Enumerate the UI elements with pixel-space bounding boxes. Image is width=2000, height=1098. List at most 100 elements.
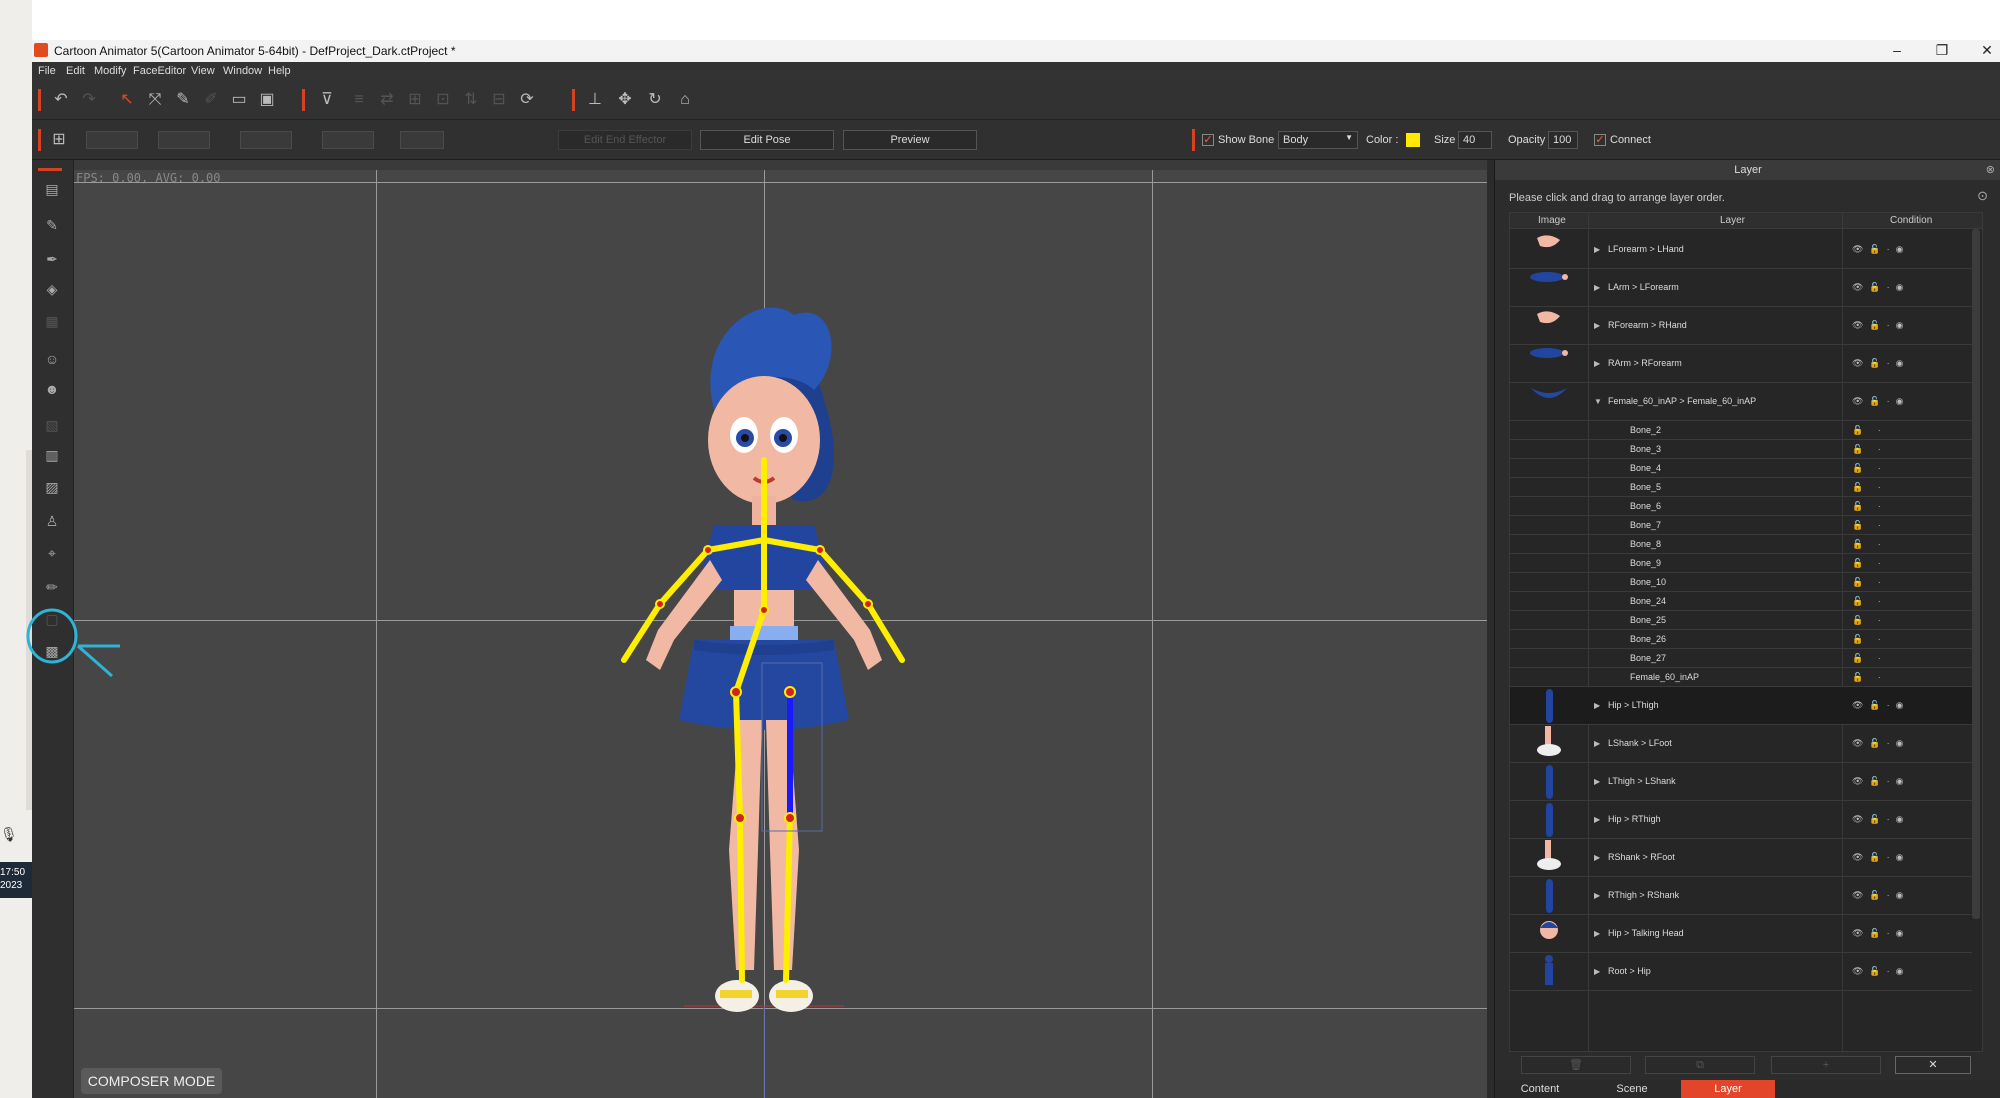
body-select[interactable]: Body ▼ [1278, 131, 1358, 149]
expand-arrow-icon[interactable]: ▶ [1594, 701, 1600, 710]
refresh-icon[interactable]: ⟳ [516, 89, 538, 111]
layer-row[interactable]: ▶ LForearm > LHand 👁🔓·◉ [1510, 231, 1972, 269]
undo-icon[interactable]: ↶ [50, 89, 72, 111]
distribute-icon[interactable]: ⊞ [404, 89, 426, 111]
deform-tool-icon[interactable]: ◈ [41, 278, 63, 300]
layer-condition-icons[interactable]: 🔓 · [1852, 672, 1887, 683]
stage-viewport[interactable]: FPS: 0.00, AVG: 0.00 COMPOSER MODE [74, 160, 1487, 1098]
layer-condition-icons[interactable]: 👁🔓·◉ [1852, 852, 1909, 863]
menu-view[interactable]: View [191, 65, 215, 77]
svg-tool-icon[interactable]: ▥ [41, 444, 63, 466]
brush-icon[interactable]: ✎ [172, 89, 194, 111]
menu-modify[interactable]: Modify [94, 65, 126, 77]
face-puppet-icon[interactable]: ☻ [41, 378, 63, 400]
mask-tool-icon[interactable]: ▦ [41, 310, 63, 332]
layer-row[interactable]: ▶ LThigh > LShank 👁🔓·◉ [1510, 763, 1972, 801]
close-window-button[interactable]: ✕ [1967, 42, 2000, 60]
layer-condition-icons[interactable]: 👁🔓·◉ [1852, 928, 1909, 939]
layer-condition-icons[interactable]: 👁🔓·◉ [1852, 282, 1909, 293]
remove-button[interactable]: ✕ [1895, 1056, 1971, 1074]
menu-help[interactable]: Help [268, 65, 291, 77]
layer-condition-icons[interactable]: 🔓 · [1852, 653, 1887, 664]
layer-row[interactable]: ▶ RArm > RForearm 👁🔓·◉ [1510, 345, 1972, 383]
pivot-icon[interactable]: ⊥ [584, 89, 606, 111]
edit-pose-button[interactable]: Edit Pose [700, 130, 834, 150]
expand-arrow-icon[interactable]: ▶ [1594, 891, 1600, 900]
layer-condition-icons[interactable]: 👁🔓·◉ [1852, 358, 1909, 369]
expand-arrow-icon[interactable]: ▶ [1594, 739, 1600, 748]
layer-scrollbar[interactable] [1972, 229, 1980, 919]
layer-condition-icons[interactable]: 👁🔓·◉ [1852, 320, 1909, 331]
layer-row[interactable]: ▼ Female_60_inAP > Female_60_inAP 👁🔓·◉ [1510, 383, 1972, 421]
bone-row[interactable]: Bone_8 🔓 · [1510, 535, 1972, 554]
layer-row[interactable]: ▶ Hip > LThigh 👁🔓·◉ [1510, 687, 1972, 725]
maximize-button[interactable]: ❐ [1922, 42, 1962, 60]
draw-tool-icon[interactable]: ✒ [41, 248, 63, 270]
layer-condition-icons[interactable]: 🔓 · [1852, 425, 1887, 436]
order-icon[interactable]: ⇅ [460, 89, 482, 111]
layer-condition-icons[interactable]: 🔓 · [1852, 615, 1887, 626]
layer-condition-icons[interactable]: 👁🔓·◉ [1852, 966, 1909, 977]
expand-arrow-icon[interactable]: ▶ [1594, 321, 1600, 330]
scene-tool-icon[interactable]: ▤ [41, 178, 63, 200]
expand-arrow-icon[interactable]: ▶ [1594, 245, 1600, 254]
layer-row[interactable]: ▶ Hip > Talking Head 👁🔓·◉ [1510, 915, 1972, 953]
align-icon[interactable]: ≡ [348, 89, 370, 111]
layer-condition-icons[interactable]: 🔓 · [1852, 520, 1887, 531]
layer-condition-icons[interactable]: 🔓 · [1852, 501, 1887, 512]
edit-end-effector-button[interactable]: Edit End Effector [558, 130, 692, 150]
layer-condition-icons[interactable]: 👁🔓·◉ [1852, 814, 1909, 825]
preview-button[interactable]: Preview [843, 130, 977, 150]
face-key-icon[interactable]: ☺ [41, 348, 63, 370]
menu-edit[interactable]: Edit [66, 65, 85, 77]
bone-row[interactable]: Bone_24 🔓 · [1510, 592, 1972, 611]
expand-arrow-icon[interactable]: ▶ [1594, 929, 1600, 938]
layer-condition-icons[interactable]: 🔓 · [1852, 634, 1887, 645]
opacity-value-field[interactable]: 100 [1548, 131, 1578, 149]
redo-icon[interactable]: ↷ [78, 89, 100, 111]
size-field[interactable]: 40 [1458, 131, 1492, 149]
pos-x-field[interactable] [86, 131, 138, 149]
bone-row[interactable]: Bone_4 🔓 · [1510, 459, 1972, 478]
link-icon[interactable]: ⊟ [488, 89, 510, 111]
layer-condition-icons[interactable]: 🔓 · [1852, 577, 1887, 588]
layer-row[interactable]: ▶ LShank > LFoot 👁🔓·◉ [1510, 725, 1972, 763]
rotation-field[interactable] [240, 131, 292, 149]
minimize-button[interactable]: – [1877, 42, 1917, 60]
sprite-editor-icon[interactable]: ✎ [41, 214, 63, 236]
crop-icon[interactable]: ▭ [228, 89, 250, 111]
layer-condition-icons[interactable]: 🔓 · [1852, 539, 1887, 550]
connect-checkbox[interactable]: ✓ [1594, 134, 1606, 146]
pen-icon[interactable]: ✐ [200, 89, 222, 111]
layer-condition-icons[interactable]: 👁🔓·◉ [1852, 244, 1909, 255]
layer-row[interactable]: ▶ RShank > RFoot 👁🔓·◉ [1510, 839, 1972, 877]
expand-arrow-icon[interactable]: ▶ [1594, 967, 1600, 976]
layer-row[interactable]: ▶ LArm > LForearm 👁🔓·◉ [1510, 269, 1972, 307]
bone-row[interactable]: Bone_3 🔓 · [1510, 440, 1972, 459]
microphone-icon[interactable]: 🎙 [0, 826, 18, 846]
add-layer-button[interactable]: + [1771, 1056, 1881, 1074]
bone-tool-icon[interactable]: ⊽ [316, 89, 338, 111]
layer-condition-icons[interactable]: 👁🔓·◉ [1852, 396, 1909, 407]
layer-condition-icons[interactable]: 🔓 · [1852, 444, 1887, 455]
expand-arrow-icon[interactable]: ▶ [1594, 815, 1600, 824]
tab-content[interactable]: Content [1495, 1080, 1585, 1098]
layer-row[interactable]: ▶ RForearm > RHand 👁🔓·◉ [1510, 307, 1972, 345]
bone-row[interactable]: Bone_5 🔓 · [1510, 478, 1972, 497]
select-icon[interactable]: ↖ [116, 89, 138, 111]
bone-row[interactable]: Bone_26 🔓 · [1510, 630, 1972, 649]
move-icon[interactable]: ✥ [614, 89, 636, 111]
layer-condition-icons[interactable]: 🔓 · [1852, 482, 1887, 493]
menu-faceeditor[interactable]: FaceEditor [133, 65, 186, 77]
bone-row[interactable]: Bone_27 🔓 · [1510, 649, 1972, 668]
layer-condition-icons[interactable]: 👁🔓·◉ [1852, 890, 1909, 901]
expand-arrow-icon[interactable]: ▼ [1594, 397, 1602, 406]
bone-row[interactable]: Bone_2 🔓 · [1510, 421, 1972, 440]
motion-pilot-icon[interactable]: ⌖ [41, 542, 63, 564]
tab-layer[interactable]: Layer [1681, 1080, 1775, 1098]
scale-field[interactable] [322, 131, 374, 149]
layer-icon[interactable]: ▣ [256, 89, 278, 111]
motion-key-icon[interactable]: ▧ [41, 414, 63, 436]
taskbar-clock[interactable]: 17:50 2023 [0, 862, 32, 898]
bone-row[interactable]: Bone_9 🔓 · [1510, 554, 1972, 573]
